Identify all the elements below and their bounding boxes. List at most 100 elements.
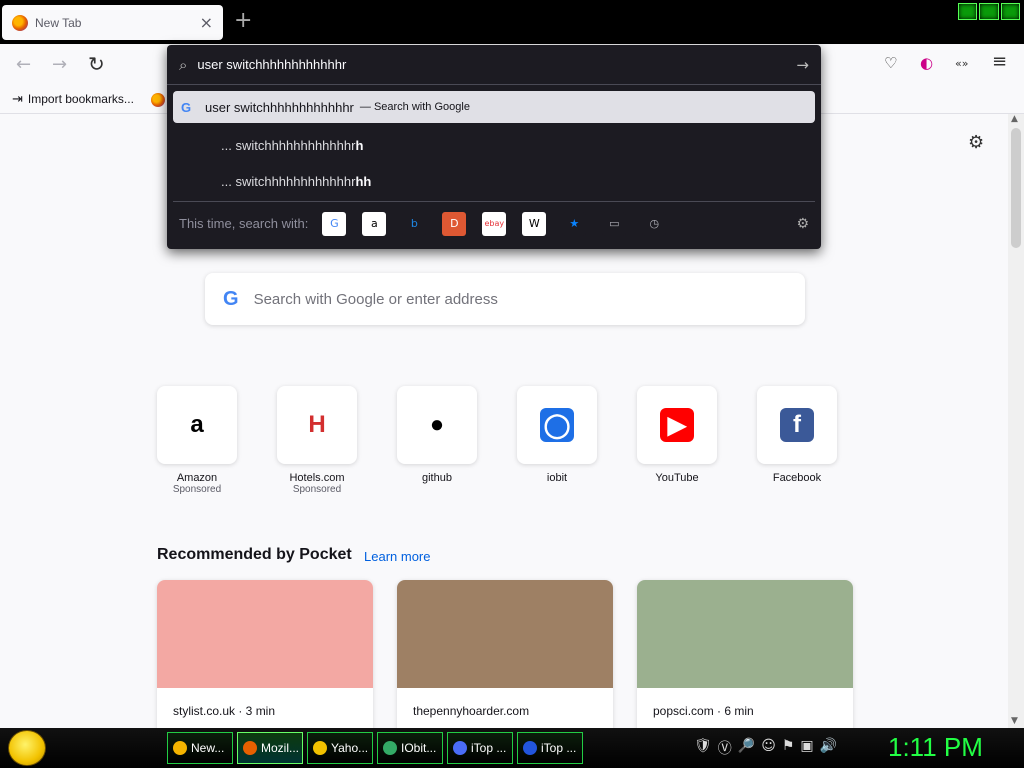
suggestion-bold: hh <box>355 173 372 189</box>
taskbar-task[interactable]: iTop ... <box>447 732 513 764</box>
tab-title: New Tab <box>35 15 82 30</box>
top-site-iobit[interactable]: ◯ iobit <box>509 386 605 484</box>
top-site-github[interactable]: ● github <box>389 386 485 484</box>
search-placeholder: Search with Google or enter address <box>253 290 498 308</box>
site-label: github <box>422 472 452 484</box>
task-app-icon <box>243 741 257 755</box>
google-icon: G <box>181 99 192 115</box>
tray-icon[interactable]: 🛡 <box>694 738 712 758</box>
pocket-card[interactable]: stylist.co.uk · 3 min <box>157 580 373 728</box>
suggestion-search-google[interactable]: G user switchhhhhhhhhhhhr — Search with … <box>173 91 815 123</box>
oneoff-engine-icon[interactable]: W <box>522 211 547 236</box>
card-source: popsci.com · 6 min <box>653 704 754 718</box>
maximize-button[interactable] <box>979 3 999 20</box>
taskbar-task[interactable]: iTop ... <box>517 732 583 764</box>
firefox-bookmark-icon[interactable] <box>151 93 165 107</box>
site-logo-icon: f <box>780 408 814 442</box>
task-app-icon <box>523 741 537 755</box>
taskbar-task[interactable]: New... <box>167 732 233 764</box>
pocket-card[interactable]: popsci.com · 6 min <box>637 580 853 728</box>
task-app-icon <box>383 741 397 755</box>
suggestion-text: user switchhhhhhhhhhhhr <box>205 99 354 115</box>
close-window-button[interactable] <box>1000 3 1020 20</box>
task-label: iTop ... <box>471 741 507 755</box>
scroll-up-icon[interactable]: ▲ <box>1011 114 1018 124</box>
suggestion-item[interactable]: ... switchhhhhhhhhhhhr h <box>173 129 815 161</box>
clock[interactable]: 1:11 PM <box>888 732 983 763</box>
account-icon[interactable]: ◐ <box>920 54 933 72</box>
suggestion-text: ... switchhhhhhhhhhhhr <box>221 173 356 189</box>
site-tile[interactable]: H <box>277 386 357 464</box>
start-button-smiley-icon[interactable] <box>8 730 46 766</box>
site-tile[interactable]: f <box>757 386 837 464</box>
oneoff-engine-icon[interactable]: ebay <box>482 211 507 236</box>
forward-button[interactable]: → <box>52 54 67 75</box>
task-label: IObit... <box>401 741 437 755</box>
tab-new-tab[interactable]: New Tab × <box>2 5 223 40</box>
tray-icon[interactable]: ☺ <box>761 738 776 758</box>
site-label: iobit <box>546 472 568 484</box>
top-site-hotels-com[interactable]: H Hotels.com Sponsored <box>269 386 365 495</box>
oneoff-engine-icon[interactable]: ◷ <box>642 211 667 236</box>
firefox-icon <box>12 14 28 31</box>
system-tray: 🛡 Ⓥ 🔎 ☺ ⚑ ▣ 🔊 <box>694 738 837 758</box>
reload-button[interactable]: ↻ <box>88 52 105 76</box>
top-site-facebook[interactable]: f Facebook <box>749 386 845 484</box>
site-tile[interactable]: a <box>157 386 237 464</box>
oneoff-engine-icon[interactable]: D <box>442 211 467 236</box>
menu-icon[interactable]: ≡ <box>992 51 1007 72</box>
extensions-icon[interactable]: «» <box>955 57 968 70</box>
oneoff-engine-icon[interactable]: b <box>402 211 427 236</box>
pocket-icon[interactable]: ♡ <box>884 54 897 72</box>
card-image <box>397 580 613 688</box>
taskbar-task[interactable]: IObit... <box>377 732 443 764</box>
learn-more-link[interactable]: Learn more <box>364 549 430 564</box>
taskbar-task[interactable]: Yaho... <box>307 732 373 764</box>
urlbar-panel: ⌕ → G user switchhhhhhhhhhhhr — Search w… <box>167 45 821 249</box>
go-arrow-icon[interactable]: → <box>796 56 809 74</box>
page-scrollbar[interactable]: ▲ ▼ <box>1008 114 1024 728</box>
tray-icon[interactable]: 🔎 <box>738 738 755 758</box>
task-app-icon <box>453 741 467 755</box>
top-site-youtube[interactable]: ▶ YouTube <box>629 386 725 484</box>
site-label: Hotels.com <box>289 472 345 484</box>
tray-icon[interactable]: ▣ <box>800 738 813 758</box>
oneoff-engine-icon[interactable]: ▭ <box>602 211 627 236</box>
tray-icon[interactable]: Ⓥ <box>718 738 732 758</box>
task-label: Mozil... <box>261 741 300 755</box>
new-tab-button[interactable]: + <box>234 8 252 33</box>
import-bookmarks-button[interactable]: ⇥ Import bookmarks... <box>12 91 134 107</box>
site-label: Facebook <box>772 472 822 484</box>
minimize-button[interactable] <box>958 3 978 20</box>
import-icon: ⇥ <box>12 91 23 106</box>
suggestion-item[interactable]: ... switchhhhhhhhhhhhr hh <box>173 165 815 197</box>
site-sponsored-label: Sponsored <box>292 484 342 495</box>
scroll-thumb[interactable] <box>1011 128 1021 248</box>
urlbar-input-row: ⌕ → <box>167 45 821 85</box>
back-button[interactable]: ← <box>16 54 31 75</box>
suggestion-text: ... switchhhhhhhhhhhhr <box>221 137 356 153</box>
site-tile[interactable]: ◯ <box>517 386 597 464</box>
site-tile[interactable]: ● <box>397 386 477 464</box>
newtab-search-box[interactable]: G Search with Google or enter address <box>205 273 805 325</box>
taskbar-task[interactable]: Mozil... <box>237 732 303 764</box>
card-image <box>637 580 853 688</box>
url-input[interactable] <box>197 57 797 72</box>
tray-icon[interactable]: 🔊 <box>820 738 837 758</box>
scroll-down-icon[interactable]: ▼ <box>1011 716 1018 726</box>
pocket-card[interactable]: thepennyhoarder.com <box>397 580 613 728</box>
card-source: stylist.co.uk · 3 min <box>173 704 276 718</box>
oneoff-engine-icon[interactable]: a <box>362 211 387 236</box>
oneoff-search-row: This time, search with: Ga b Debay W ★ ▭ ◷ ⚙ <box>173 201 815 245</box>
import-bookmarks-label: Import bookmarks... <box>27 92 134 106</box>
settings-gear-icon[interactable]: ⚙ <box>968 132 984 153</box>
site-tile[interactable]: ▶ <box>637 386 717 464</box>
oneoff-engine-icon[interactable]: ★ <box>562 211 587 236</box>
top-site-amazon[interactable]: a Amazon Sponsored <box>149 386 245 495</box>
tray-icon[interactable]: ⚑ <box>782 738 795 758</box>
search-settings-gear-icon[interactable]: ⚙ <box>796 216 809 232</box>
taskbar: New... Mozil... Yaho... IObit... iTop ... iTo… <box>0 728 1024 768</box>
site-label: Amazon <box>176 472 218 484</box>
close-tab-icon[interactable]: × <box>200 13 213 32</box>
oneoff-engine-icon[interactable]: G <box>322 211 347 236</box>
